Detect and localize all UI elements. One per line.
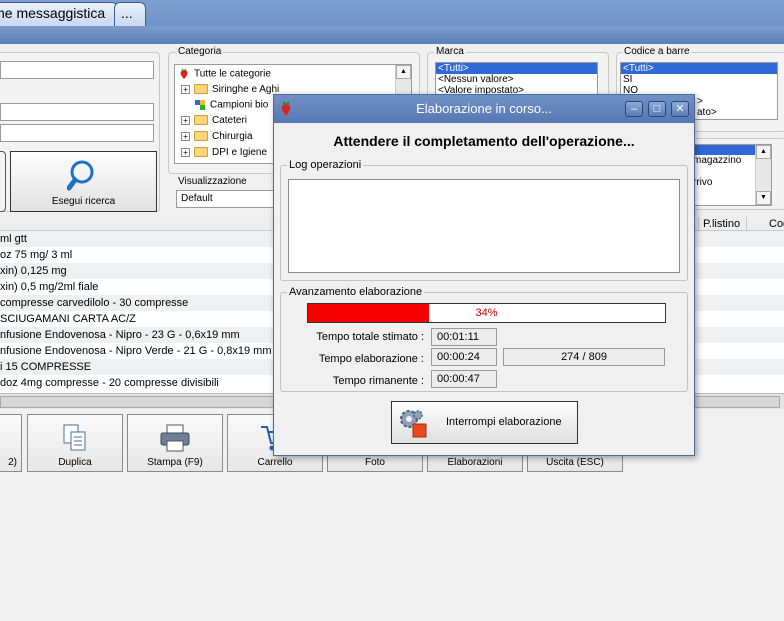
tab-label: ne messaggistica (0, 5, 106, 21)
printer-icon (160, 424, 190, 452)
tree-label: Campioni bio (210, 99, 269, 111)
other-scrollbar[interactable]: ▲ ▼ (755, 145, 771, 205)
visualizzazione-select[interactable]: Default (176, 190, 276, 208)
folder-icon (194, 147, 208, 158)
tree-item-chirurgia[interactable]: + Chirurgia (181, 131, 253, 147)
copy-icon (63, 424, 86, 451)
dialog-title-bar[interactable]: Elaborazione in corso... – □ ✕ (274, 95, 694, 123)
marca-label: Marca (434, 46, 466, 57)
tree-item-campioni[interactable]: Campioni bio (194, 99, 268, 115)
progress-percent: 34% (475, 307, 498, 319)
tree-item-siringhe[interactable]: + Siringhe e Aghi (181, 84, 279, 100)
duplica-button[interactable]: Duplica (27, 414, 123, 472)
left-button-stub[interactable] (0, 151, 6, 212)
tab-messaggistica[interactable]: ne messaggistica (0, 2, 118, 26)
categoria-label: Categoria (176, 46, 224, 57)
button-label: Foto (364, 457, 385, 468)
column-plistino[interactable]: P.listino (698, 217, 746, 231)
tree-item-cateteri[interactable]: + Cateteri (181, 115, 247, 131)
tab-more[interactable]: ... (114, 2, 146, 26)
folder-icon (194, 115, 208, 126)
gear-stop-icon (400, 410, 427, 438)
log-textarea[interactable] (288, 179, 680, 273)
other-option-text: magazzino (693, 155, 742, 166)
folder-icon (194, 84, 208, 95)
tempo-elaborazione-value: 00:00:24 (431, 348, 497, 366)
visualizzazione-label: Visualizzazione (176, 176, 249, 187)
button-label: Stampa (F9) (147, 457, 203, 468)
magnifier-icon (66, 160, 93, 191)
button-label: 2) (8, 457, 17, 468)
search-button-label: Esegui ricerca (51, 196, 116, 207)
other-option-text: rrivo (693, 177, 713, 188)
progress-label: Avanzamento elaborazione (287, 286, 425, 298)
dialog-heading: Attendere il completamento dell'operazio… (333, 133, 635, 149)
progress-count: 274 / 809 (503, 348, 665, 366)
progress-bar: 34% (307, 303, 666, 323)
tempo-rimanente-value: 00:00:47 (431, 370, 497, 388)
tree-label: Tutte le categorie (194, 68, 271, 80)
filter-text-1[interactable] (0, 61, 154, 79)
expand-icon[interactable]: + (181, 84, 190, 94)
campioni-icon (195, 100, 205, 110)
filter-text-3[interactable] (0, 124, 154, 142)
column-cod[interactable]: Cod (746, 217, 784, 231)
tempo-totale-value: 00:01:11 (431, 328, 497, 346)
codice-option[interactable]: <Tutti> (621, 63, 777, 74)
processing-dialog: Elaborazione in corso... – □ ✕ Attendere… (273, 94, 695, 456)
strawberry-icon (180, 68, 188, 79)
expand-icon[interactable]: + (181, 147, 190, 157)
scroll-down-icon[interactable]: ▼ (756, 191, 771, 205)
tab-strip: ne messaggistica ... (0, 0, 784, 26)
search-button[interactable]: Esegui ricerca (10, 151, 157, 212)
tree-label: Chirurgia (212, 131, 253, 142)
button-label: Elaborazioni (447, 457, 503, 468)
codice-barre-label: Codice a barre (622, 46, 692, 57)
button-label: Uscita (ESC) (546, 457, 604, 468)
tempo-totale-label: Tempo totale stimato : (316, 331, 424, 343)
marca-option[interactable]: <Tutti> (436, 63, 597, 74)
tree-item-tutte[interactable]: Tutte le categorie (178, 68, 271, 84)
button-partial[interactable]: 2) (0, 414, 22, 472)
filter-text-2[interactable] (0, 103, 154, 121)
marca-option[interactable]: <Nessun valore> (436, 74, 597, 85)
interrompi-button[interactable]: Interrompi elaborazione (391, 401, 578, 444)
dialog-title: Elaborazione in corso... (416, 101, 552, 116)
close-button[interactable]: ✕ (671, 101, 689, 117)
expand-icon[interactable]: + (181, 115, 190, 125)
codice-option-text: > (697, 96, 703, 107)
interrompi-label: Interrompi elaborazione (446, 416, 562, 428)
tab-label: ... (121, 5, 133, 21)
codice-option-text: ato> (697, 107, 717, 118)
tree-label: Siringhe e Aghi (212, 84, 280, 95)
minimize-button[interactable]: – (625, 101, 643, 117)
scroll-up-icon[interactable]: ▲ (396, 65, 411, 79)
folder-icon (194, 131, 208, 142)
tree-label: DPI e Igiene (212, 147, 268, 158)
maximize-button[interactable]: □ (648, 101, 666, 117)
codice-option[interactable]: SI (621, 74, 777, 85)
expand-icon[interactable]: + (181, 131, 190, 141)
tempo-elaborazione-label: Tempo elaborazione : (318, 353, 424, 365)
strawberry-icon (281, 101, 291, 116)
tempo-rimanente-label: Tempo rimanente : (332, 375, 424, 387)
toolbar-band (0, 26, 784, 44)
tree-label: Cateteri (212, 115, 248, 126)
stampa-button[interactable]: Stampa (F9) (127, 414, 223, 472)
tree-item-dpi[interactable]: + DPI e Igiene (181, 147, 267, 163)
button-label: Carrello (257, 457, 293, 468)
log-label: Log operazioni (287, 159, 364, 171)
scroll-up-icon[interactable]: ▲ (756, 145, 771, 159)
button-label: Duplica (58, 457, 92, 468)
